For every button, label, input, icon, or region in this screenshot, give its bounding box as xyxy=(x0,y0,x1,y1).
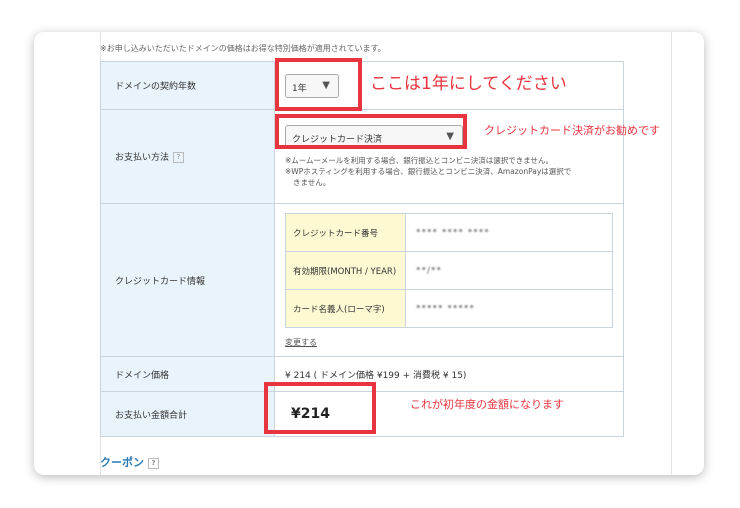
card-holder-value: ***** ***** xyxy=(416,303,475,314)
card-number-label: クレジットカード番号 xyxy=(285,213,406,252)
row-credit-card: クレジットカード情報 クレジットカード番号 **** **** **** 有効期… xyxy=(100,203,624,357)
card-info-row: 有効期限(MONTH / YEAR) **/** xyxy=(285,251,613,290)
total-label: お支払い金額合計 xyxy=(100,391,275,437)
highlight-box-total xyxy=(264,382,376,434)
card-holder-label: カード名義人(ローマ字) xyxy=(285,289,406,328)
help-icon[interactable]: ? xyxy=(148,457,159,469)
change-card-link[interactable]: 変更する xyxy=(285,337,317,348)
annotation-total: これが初年度の金額になります xyxy=(410,398,564,411)
card-expiry-value: **/** xyxy=(416,265,443,276)
card-info-row: クレジットカード番号 **** **** **** xyxy=(285,213,613,252)
card-expiry-label: 有効期限(MONTH / YEAR) xyxy=(285,251,406,290)
highlight-box-years xyxy=(275,58,362,111)
annotation-years: ここは1年にしてください xyxy=(370,74,567,94)
card-info-row: カード名義人(ローマ字) ***** ***** xyxy=(285,289,613,328)
card-number-value: **** **** **** xyxy=(416,227,490,238)
price-note: ※お申し込みいただいたドメインの価格はお得な特別価格が適用されています。 xyxy=(100,44,386,53)
coupon-title[interactable]: クーポン xyxy=(100,456,144,469)
contract-years-label: ドメインの契約年数 xyxy=(100,61,275,110)
highlight-box-payment xyxy=(275,114,467,149)
annotation-payment: クレジットカード決済がお勧めです xyxy=(484,124,660,137)
credit-card-label: クレジットカード情報 xyxy=(100,203,275,357)
help-icon[interactable]: ? xyxy=(173,152,185,163)
card-info-table: クレジットカード番号 **** **** **** 有効期限(MONTH / Y… xyxy=(285,213,613,328)
coupon-heading: クーポン? xyxy=(100,454,159,470)
payment-method-label: お支払い方法 xyxy=(115,153,170,163)
domain-price-label: ドメイン価格 xyxy=(100,356,275,392)
payment-notes: ※ムームーメールを利用する場合、銀行振込とコンビニ決済は選択できません。 ※WP… xyxy=(285,156,572,187)
